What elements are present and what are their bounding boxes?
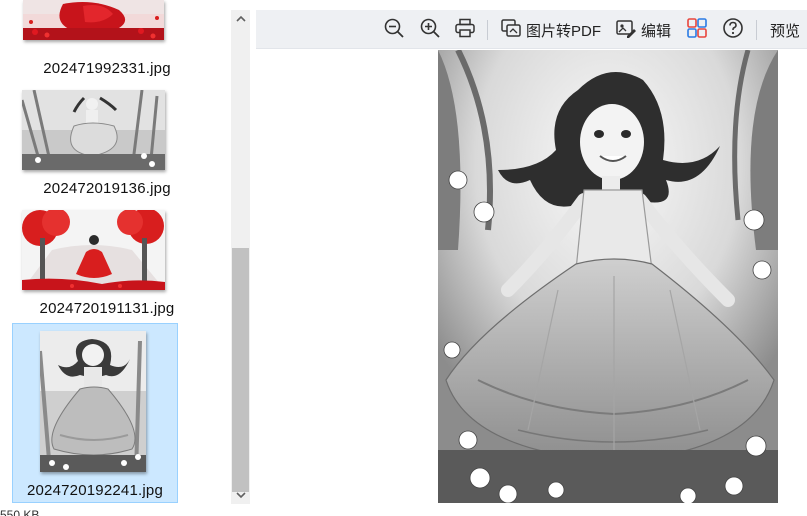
status-size-text: 550 KB bbox=[0, 508, 40, 516]
image-to-pdf-icon bbox=[500, 17, 522, 44]
apps-grid-icon bbox=[686, 17, 708, 44]
edit-image-icon bbox=[615, 17, 637, 44]
preview-button[interactable]: 预览 bbox=[766, 16, 800, 44]
help-button[interactable] bbox=[722, 16, 744, 44]
thumbnail-filename: 2024720192241.jpg bbox=[26, 482, 164, 499]
girl-portrait-grayscale-image bbox=[438, 50, 778, 503]
file-explorer-window: 202471992331.jpg 202472019136.jpg 202472… bbox=[0, 0, 807, 516]
print-icon bbox=[454, 17, 476, 44]
girl-portrait-grayscale-image-thumbnail bbox=[40, 331, 146, 472]
toolbar-divider bbox=[756, 20, 757, 40]
scrollbar-thumb[interactable] bbox=[232, 248, 249, 492]
thumbnail-filename: 2024720191131.jpg bbox=[39, 300, 175, 317]
help-icon bbox=[722, 17, 744, 44]
thumbnail-filename: 202471992331.jpg bbox=[43, 60, 171, 77]
scroll-down-arrow-icon[interactable] bbox=[231, 486, 250, 504]
apps-button[interactable] bbox=[686, 16, 708, 44]
thumbnail-list: 202471992331.jpg 202472019136.jpg 202472… bbox=[0, 0, 230, 516]
preview-pane: 图片转PDF 编辑 预览 bbox=[256, 10, 807, 516]
preview-label: 预览 bbox=[770, 22, 801, 40]
toolbar-divider bbox=[487, 20, 488, 40]
zoom-out-icon bbox=[383, 17, 405, 44]
list-item[interactable]: 2024720191131.jpg bbox=[12, 204, 202, 322]
list-item[interactable]: 202472019136.jpg bbox=[12, 86, 202, 204]
zoom-in-icon bbox=[419, 17, 441, 44]
preview-toolbar: 图片转PDF 编辑 预览 bbox=[256, 10, 807, 49]
girl-dancing-grayscale-image-thumbnail bbox=[22, 90, 165, 170]
vertical-scrollbar[interactable] bbox=[231, 10, 250, 504]
zoom-in-button[interactable] bbox=[419, 16, 441, 44]
red-field-image-thumbnail bbox=[23, 0, 164, 40]
girl-red-dress-trees-image-thumbnail bbox=[22, 210, 165, 290]
list-item-selected[interactable]: 2024720192241.jpg bbox=[12, 323, 178, 503]
scroll-up-arrow-icon[interactable] bbox=[231, 10, 250, 28]
print-button[interactable] bbox=[454, 16, 476, 44]
image-to-pdf-label: 图片转PDF bbox=[526, 22, 602, 40]
list-item[interactable]: 202471992331.jpg bbox=[12, 0, 202, 80]
thumbnail-filename: 202472019136.jpg bbox=[43, 180, 171, 197]
zoom-out-button[interactable] bbox=[383, 16, 405, 44]
edit-button[interactable]: 编辑 bbox=[615, 16, 671, 44]
edit-label: 编辑 bbox=[641, 22, 672, 40]
image-to-pdf-button[interactable]: 图片转PDF bbox=[500, 16, 601, 44]
